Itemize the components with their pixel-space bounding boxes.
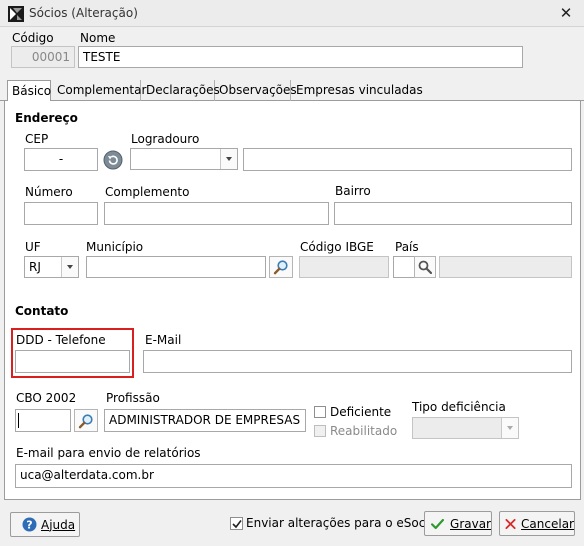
- cep-input[interactable]: -: [24, 148, 98, 171]
- uf-select[interactable]: RJ: [24, 256, 79, 278]
- checkmark-icon: [231, 519, 242, 528]
- reabilitado-label: Reabilitado: [330, 424, 398, 438]
- municipio-search-button[interactable]: [269, 256, 293, 278]
- app-logo-icon: [8, 6, 24, 22]
- tab-label: Básico: [12, 84, 52, 98]
- tab-label: Observações: [219, 83, 297, 97]
- cep-lookup-icon: [103, 150, 123, 169]
- profissao-label: Profissão: [106, 391, 160, 405]
- close-icon: ✕: [559, 4, 573, 22]
- cancelar-label: Cancelar: [521, 516, 574, 531]
- complemento-label: Complemento: [105, 185, 190, 199]
- pais-label: País: [395, 240, 419, 254]
- email-relatorios-label: E-mail para envio de relatórios: [16, 446, 201, 460]
- tab-strip: Básico Complementar Declarações Observaç…: [0, 80, 584, 102]
- email-label: E-Mail: [145, 333, 182, 347]
- text-caret: [18, 413, 19, 428]
- tab-label: Declarações: [146, 83, 220, 97]
- deficiente-checkbox[interactable]: [314, 406, 326, 418]
- tipo-deficiencia-select: [412, 417, 519, 439]
- profissao-input[interactable]: ADMINISTRADOR DE EMPRESAS: [104, 409, 306, 432]
- reabilitado-checkbox: [314, 425, 326, 437]
- bairro-label: Bairro: [335, 184, 371, 198]
- numero-input[interactable]: [24, 202, 98, 225]
- window-title: Sócios (Alteração): [29, 6, 138, 20]
- email-input[interactable]: [143, 350, 572, 373]
- codigo-ibge-label: Código IBGE: [300, 240, 374, 254]
- gravar-label: Gravar: [450, 516, 491, 531]
- endereco-section-title: Endereço: [15, 111, 78, 125]
- tab-observacoes[interactable]: Observações: [217, 80, 297, 101]
- uf-value: RJ: [29, 260, 41, 274]
- svg-text:?: ?: [26, 518, 32, 531]
- tipo-deficiencia-label: Tipo deficiência: [412, 400, 506, 414]
- ddd-telefone-label: DDD - Telefone: [16, 333, 106, 347]
- ajuda-label: Ajuda: [41, 517, 76, 532]
- municipio-label: Município: [86, 240, 144, 254]
- pais-name-field: [439, 256, 572, 278]
- complemento-input[interactable]: [104, 202, 329, 225]
- cep-label: CEP: [25, 132, 49, 146]
- logradouro-type-select[interactable]: [130, 148, 238, 170]
- ajuda-button[interactable]: ? Ajuda: [10, 512, 80, 537]
- cep-lookup-button[interactable]: [101, 148, 125, 171]
- contato-section-title: Contato: [15, 304, 69, 318]
- chevron-down-icon: [61, 257, 78, 277]
- tab-empresas-vinculadas[interactable]: Empresas vinculadas: [293, 80, 423, 101]
- deficiente-label: Deficiente: [330, 405, 392, 419]
- tab-declaracoes[interactable]: Declarações: [143, 80, 220, 101]
- magnifier-icon: [273, 260, 288, 275]
- cbo-label: CBO 2002: [16, 391, 77, 405]
- pais-search-button[interactable]: [414, 256, 436, 278]
- logradouro-input[interactable]: [243, 148, 572, 171]
- window-titlebar: Sócios (Alteração) ✕: [0, 0, 584, 27]
- chevron-down-icon: [501, 418, 518, 438]
- cancel-x-icon: [505, 518, 516, 529]
- email-relatorios-input[interactable]: uca@alterdata.com.br: [15, 464, 572, 488]
- codigo-label: Código: [12, 31, 54, 45]
- cbo-search-button[interactable]: [74, 409, 98, 432]
- tab-label: Empresas vinculadas: [296, 83, 423, 97]
- numero-label: Número: [25, 185, 73, 199]
- logradouro-label: Logradouro: [131, 132, 200, 146]
- magnifier-icon: [78, 413, 93, 428]
- magnifier-icon: [418, 260, 432, 274]
- chevron-down-icon: [220, 149, 237, 169]
- tab-label: Complementar: [57, 83, 147, 97]
- close-window-button[interactable]: ✕: [556, 3, 576, 23]
- municipio-input[interactable]: [86, 256, 266, 278]
- bairro-input[interactable]: [334, 202, 572, 225]
- codigo-ibge-field: [299, 256, 389, 278]
- ddd-telefone-input[interactable]: [15, 350, 130, 373]
- tab-basico[interactable]: Básico: [7, 80, 51, 102]
- esocial-checkbox[interactable]: [230, 517, 243, 530]
- nome-label: Nome: [80, 31, 116, 45]
- nome-input[interactable]: TESTE: [78, 46, 523, 68]
- tab-complementar[interactable]: Complementar: [54, 80, 146, 101]
- codigo-field: 00001: [11, 46, 75, 68]
- help-icon: ?: [22, 517, 37, 532]
- cancelar-button[interactable]: Cancelar: [499, 511, 575, 536]
- esocial-label: Enviar alterações para o eSocial: [246, 516, 440, 530]
- cbo-input[interactable]: [15, 409, 71, 432]
- gravar-button[interactable]: Gravar: [424, 511, 492, 536]
- uf-label: UF: [25, 240, 41, 254]
- checkmark-icon: [431, 518, 445, 529]
- pais-code-input[interactable]: [393, 256, 415, 278]
